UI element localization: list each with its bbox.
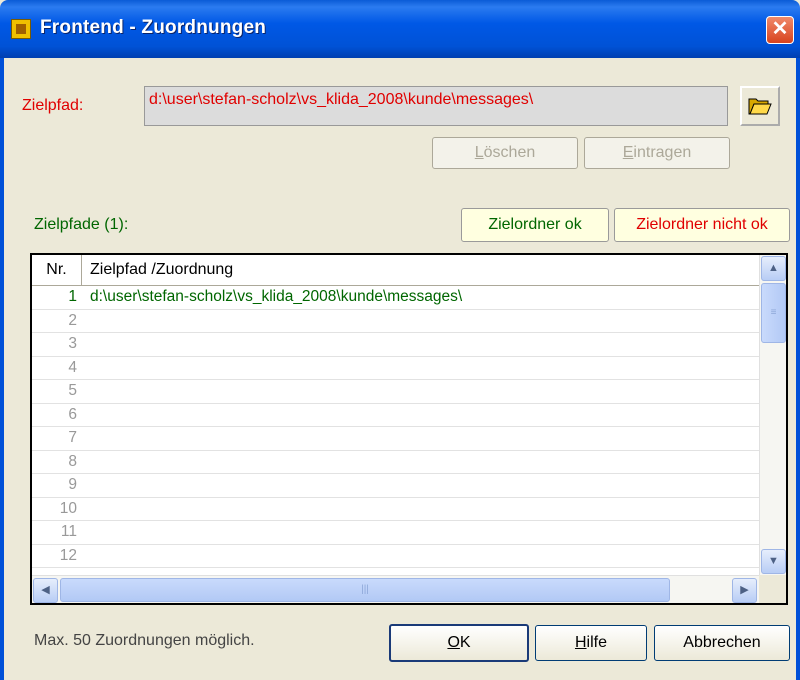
table-row[interactable]: 10: [32, 498, 759, 521]
horizontal-scrollbar[interactable]: ◀ ||| ▶: [32, 575, 759, 603]
horizontal-scroll-thumb[interactable]: |||: [60, 578, 670, 602]
window-frame-right: [796, 58, 800, 680]
table-row[interactable]: 12: [32, 545, 759, 568]
table-row[interactable]: 9: [32, 474, 759, 498]
help-accel: H: [574, 634, 587, 651]
folder-open-icon: [748, 98, 772, 115]
row-number: 8: [68, 452, 77, 470]
cancel-button[interactable]: Abbrechen: [654, 625, 790, 661]
delete-button[interactable]: Löschen: [432, 137, 578, 169]
scroll-right-button[interactable]: ▶: [732, 578, 757, 603]
ok-label: K: [459, 634, 471, 651]
row-path: d:\user\stefan-scholz\vs_klida_2008\kund…: [90, 288, 463, 305]
legend-ok: Zielordner ok: [461, 208, 609, 242]
scroll-corner: [759, 575, 786, 603]
row-number: 12: [59, 546, 77, 564]
row-number: 7: [68, 429, 77, 446]
target-path-label: Zielpfad:: [22, 97, 84, 114]
vertical-scrollbar[interactable]: ▲ ≡ ▼: [759, 255, 786, 575]
help-label: ilfe: [586, 634, 607, 651]
table-body: 1 d:\user\stefan-scholz\vs_klida_2008\kun…: [32, 286, 759, 568]
help-button[interactable]: Hilfe: [535, 625, 647, 661]
row-number: 11: [60, 523, 77, 540]
scroll-up-button[interactable]: ▲: [761, 256, 786, 281]
browse-button[interactable]: [740, 86, 780, 126]
scroll-left-button[interactable]: ◀: [33, 578, 58, 603]
delete-label: öschen: [483, 144, 536, 161]
column-header-nr[interactable]: Nr.: [32, 255, 82, 285]
ok-button[interactable]: OK: [389, 624, 529, 662]
list-count-label: Zielpfade (1):: [34, 216, 129, 233]
column-header-path[interactable]: Zielpfad /Zuordnung: [90, 255, 233, 285]
add-accel: E: [622, 144, 634, 161]
row-number: 3: [68, 335, 77, 352]
row-number: 10: [59, 499, 77, 517]
table-row[interactable]: 8: [32, 451, 759, 474]
row-number: 5: [68, 382, 77, 399]
scroll-down-button[interactable]: ▼: [761, 549, 786, 574]
row-number: 9: [68, 476, 77, 493]
window-title: Frontend - Zuordnungen: [40, 17, 267, 38]
target-path-field[interactable]: d:\user\stefan-scholz\vs_klida_2008\kund…: [144, 86, 728, 126]
table-row[interactable]: 4: [32, 357, 759, 380]
row-number: 6: [68, 405, 77, 423]
vertical-scroll-thumb[interactable]: ≡: [761, 283, 786, 343]
table-row[interactable]: 11: [32, 521, 759, 545]
limit-hint: Max. 50 Zuordnungen möglich.: [34, 632, 255, 649]
add-label: intragen: [633, 144, 692, 161]
close-icon: ✕: [771, 18, 789, 40]
table-header: Nr. Zielpfad /Zuordnung: [32, 255, 759, 286]
window-frame-left: [0, 58, 4, 680]
row-number: 4: [68, 358, 77, 376]
table-row[interactable]: 3: [32, 333, 759, 357]
table-row[interactable]: 2: [32, 310, 759, 333]
add-button[interactable]: Eintragen: [584, 137, 730, 169]
table-row[interactable]: 5: [32, 380, 759, 404]
table-row[interactable]: 7: [32, 427, 759, 451]
ok-accel: O: [447, 634, 460, 651]
title-bar[interactable]: Frontend - Zuordnungen ✕: [0, 0, 800, 58]
assignment-table[interactable]: Nr. Zielpfad /Zuordnung 1 d:\user\stefan-…: [30, 253, 788, 605]
table-row[interactable]: 1 d:\user\stefan-scholz\vs_klida_2008\kun…: [32, 286, 759, 310]
delete-accel: L: [474, 144, 484, 161]
table-row[interactable]: 6: [32, 404, 759, 427]
close-button[interactable]: ✕: [766, 16, 794, 44]
app-icon: [11, 19, 31, 39]
row-number: 1: [68, 288, 77, 305]
legend-not-ok: Zielordner nicht ok: [614, 208, 790, 242]
row-number: 2: [68, 311, 77, 329]
